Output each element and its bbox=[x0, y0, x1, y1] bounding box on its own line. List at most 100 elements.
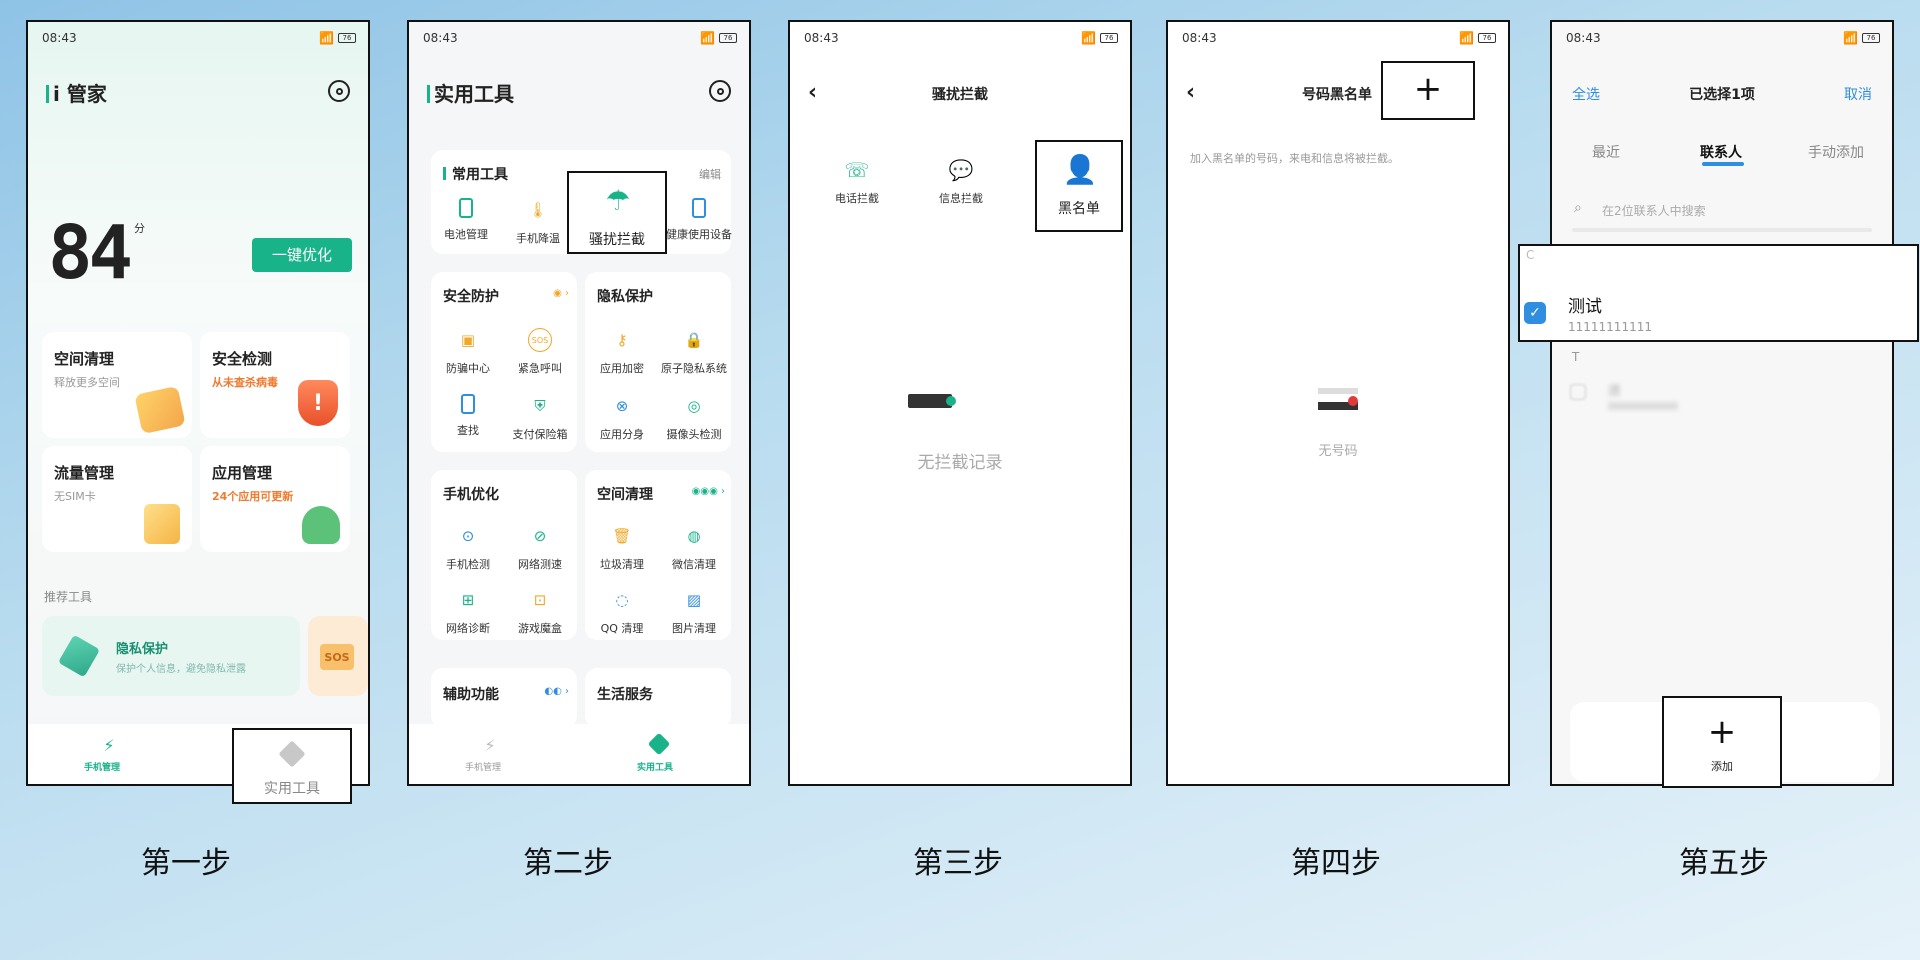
group-header-c: C bbox=[1526, 248, 1535, 262]
empty-state-text: 无号码 bbox=[1318, 444, 1358, 459]
optimize-button[interactable]: 一键优化 bbox=[252, 238, 352, 272]
card-title: 应用管理 bbox=[212, 464, 273, 482]
section-title: 空间清理 bbox=[597, 487, 653, 503]
status-bar: 08:43 📶 76 bbox=[1182, 28, 1496, 48]
tool-anti-fraud[interactable]: ▣ 防骗中心 bbox=[433, 328, 503, 376]
add-button[interactable]: + 添加 bbox=[1662, 696, 1782, 788]
contact-row-selected[interactable]: C ✓ 测试 11111111111 bbox=[1518, 244, 1919, 342]
tool-atomic-privacy[interactable]: 🔒 原子隐私系统 bbox=[659, 328, 729, 376]
back-arrow-icon[interactable]: ‹ bbox=[1186, 80, 1195, 105]
app-title-text: i 管家 bbox=[53, 82, 107, 106]
contact-checkbox-unchecked[interactable] bbox=[1570, 384, 1586, 400]
item-label: 黑名单 bbox=[1058, 201, 1100, 217]
tool-emergency-call[interactable]: SOS 紧急呼叫 bbox=[505, 328, 575, 376]
cancel-button[interactable]: 取消 bbox=[1844, 84, 1872, 104]
card-space-clean[interactable]: 空间清理 释放更多空间 bbox=[42, 332, 192, 438]
recommended-sos-card[interactable]: SOS bbox=[308, 616, 368, 696]
trash-icon: 🗑 bbox=[612, 527, 632, 545]
tool-label: 摄像头检测 bbox=[666, 428, 722, 441]
tool-cooling[interactable]: 🌡 手机降温 bbox=[503, 198, 573, 246]
settings-icon[interactable] bbox=[328, 80, 350, 102]
item-label: 电话拦截 bbox=[835, 192, 879, 205]
tool-qq-clean[interactable]: ◌ QQ 清理 bbox=[587, 588, 657, 636]
wechat-icon: ◍ bbox=[687, 527, 701, 545]
tool-label: 网络诊断 bbox=[446, 622, 490, 635]
network-box-icon: ⊞ bbox=[461, 591, 475, 609]
title-accent bbox=[427, 85, 430, 103]
tool-speed-test[interactable]: ⊘ 网络测速 bbox=[505, 524, 575, 572]
rec-subtitle: 保护个人信息，避免隐私泄露 bbox=[116, 664, 246, 675]
add-number-button[interactable]: + bbox=[1381, 61, 1475, 120]
tool-label: 游戏魔盒 bbox=[518, 622, 562, 635]
empty-illustration-icon bbox=[908, 394, 956, 408]
phone-manager-tab-icon: ⚡ bbox=[103, 735, 115, 755]
page-title: 实用工具 bbox=[427, 78, 514, 107]
screen-number-blacklist: 08:43 📶 76 ‹ 号码黑名单 加入黑名单的号码，来电和信息将被拦截。 无号… bbox=[1166, 20, 1510, 786]
tool-find[interactable]: 查找 bbox=[433, 394, 503, 438]
tab-recent[interactable]: 最近 bbox=[1592, 142, 1620, 162]
assist-shortcut-icon[interactable]: ◐◐ › bbox=[544, 686, 569, 697]
tab-phone-manager[interactable]: 手机管理 bbox=[84, 760, 120, 773]
tab-manual-add[interactable]: 手动添加 bbox=[1808, 142, 1864, 162]
status-time: 08:43 bbox=[1182, 31, 1217, 45]
security-shortcut-icon[interactable]: ◉ › bbox=[553, 288, 569, 299]
card-subtitle: 释放更多空间 bbox=[54, 376, 120, 389]
empty-illustration-dot bbox=[946, 396, 956, 406]
edit-link[interactable]: 编辑 bbox=[699, 166, 721, 182]
recommended-privacy-card[interactable]: 隐私保护 保护个人信息，避免隐私泄露 bbox=[42, 616, 300, 696]
tools-tab-icon bbox=[647, 732, 671, 756]
highlight-harassment-block[interactable]: ☂ 骚扰拦截 bbox=[567, 171, 667, 254]
status-bar: 08:43 📶 76 bbox=[804, 28, 1118, 48]
screen-utility-tools: 08:43 📶 76 实用工具 常用工具 编辑 电池管理 🌡 手机降温 健康使用设备… bbox=[407, 20, 751, 786]
tool-phone-check[interactable]: ⊙ 手机检测 bbox=[433, 524, 503, 572]
phone-find-icon bbox=[461, 394, 475, 414]
empty-illustration-dot bbox=[1348, 396, 1358, 406]
highlight-tools-tab[interactable]: 实用工具 bbox=[232, 728, 352, 804]
tool-app-lock[interactable]: ⚷ 应用加密 bbox=[587, 328, 657, 376]
checkbox-checked-icon[interactable]: ✓ bbox=[1524, 302, 1546, 324]
security-card: 安全防护 ◉ › ▣ 防骗中心 SOS 紧急呼叫 查找 ⛨ 支付保险箱 bbox=[431, 272, 577, 452]
message-icon: 💬 bbox=[948, 158, 974, 182]
tool-label: 查找 bbox=[457, 424, 479, 437]
clean-shortcut-icon[interactable]: ◉◉◉ › bbox=[692, 486, 725, 497]
wifi-icon: 📶 bbox=[1459, 31, 1474, 45]
highlight-blacklist[interactable]: 👤 黑名单 bbox=[1035, 140, 1123, 232]
tool-game-box[interactable]: ⊡ 游戏魔盒 bbox=[505, 588, 575, 636]
app-title: i 管家 bbox=[46, 78, 107, 107]
card-app-manager[interactable]: 应用管理 24个应用可更新 bbox=[200, 446, 350, 552]
tab-phone-manager[interactable]: 手机管理 bbox=[465, 760, 501, 773]
section-title: 生活服务 bbox=[597, 687, 653, 703]
tool-photo-clean[interactable]: ▨ 图片清理 bbox=[659, 588, 729, 636]
search-divider bbox=[1572, 228, 1872, 232]
tool-network-diagnose[interactable]: ⊞ 网络诊断 bbox=[433, 588, 503, 636]
status-time: 08:43 bbox=[42, 31, 77, 45]
gamepad-icon: ⊡ bbox=[533, 591, 547, 609]
card-title: 安全检测 bbox=[212, 350, 273, 368]
tool-payment-vault[interactable]: ⛨ 支付保险箱 bbox=[505, 394, 575, 442]
card-security-check[interactable]: 安全检测 从未查杀病毒 ! bbox=[200, 332, 350, 438]
tool-camera-detect[interactable]: ◎ 摄像头检测 bbox=[659, 394, 729, 442]
message-block-item[interactable]: 💬 信息拦截 bbox=[926, 158, 996, 206]
call-block-item[interactable]: ☏ 电话拦截 bbox=[822, 158, 892, 206]
settings-icon[interactable] bbox=[709, 80, 731, 102]
tool-junk-clean[interactable]: 🗑 垃圾清理 bbox=[587, 524, 657, 572]
status-time: 08:43 bbox=[804, 31, 839, 45]
tab-tools[interactable]: 实用工具 bbox=[637, 760, 673, 773]
empty-illustration-icon bbox=[1318, 388, 1358, 414]
tab-contacts[interactable]: 联系人 bbox=[1700, 142, 1742, 162]
card-subtitle: 24个应用可更新 bbox=[212, 490, 294, 503]
tool-label: 垃圾清理 bbox=[600, 558, 644, 571]
tools-tab-icon bbox=[278, 740, 306, 768]
score-value: 84 bbox=[48, 210, 133, 296]
battery-icon: 76 bbox=[1100, 33, 1118, 43]
tool-label: 手机检测 bbox=[446, 558, 490, 571]
tool-battery[interactable]: 电池管理 bbox=[431, 198, 501, 242]
blacklist-hint: 加入黑名单的号码，来电和信息将被拦截。 bbox=[1190, 152, 1399, 165]
plus-icon: + bbox=[1413, 69, 1443, 109]
tool-wechat-clean[interactable]: ◍ 微信清理 bbox=[659, 524, 729, 572]
tool-healthy-use[interactable]: 健康使用设备 bbox=[657, 198, 741, 242]
card-title: 流量管理 bbox=[54, 464, 115, 482]
bottom-tab-bar: ⚡ 手机管理 实用工具 bbox=[409, 724, 749, 784]
card-data-usage[interactable]: 流量管理 无SIM卡 bbox=[42, 446, 192, 552]
tool-app-clone[interactable]: ⊗ 应用分身 bbox=[587, 394, 657, 442]
